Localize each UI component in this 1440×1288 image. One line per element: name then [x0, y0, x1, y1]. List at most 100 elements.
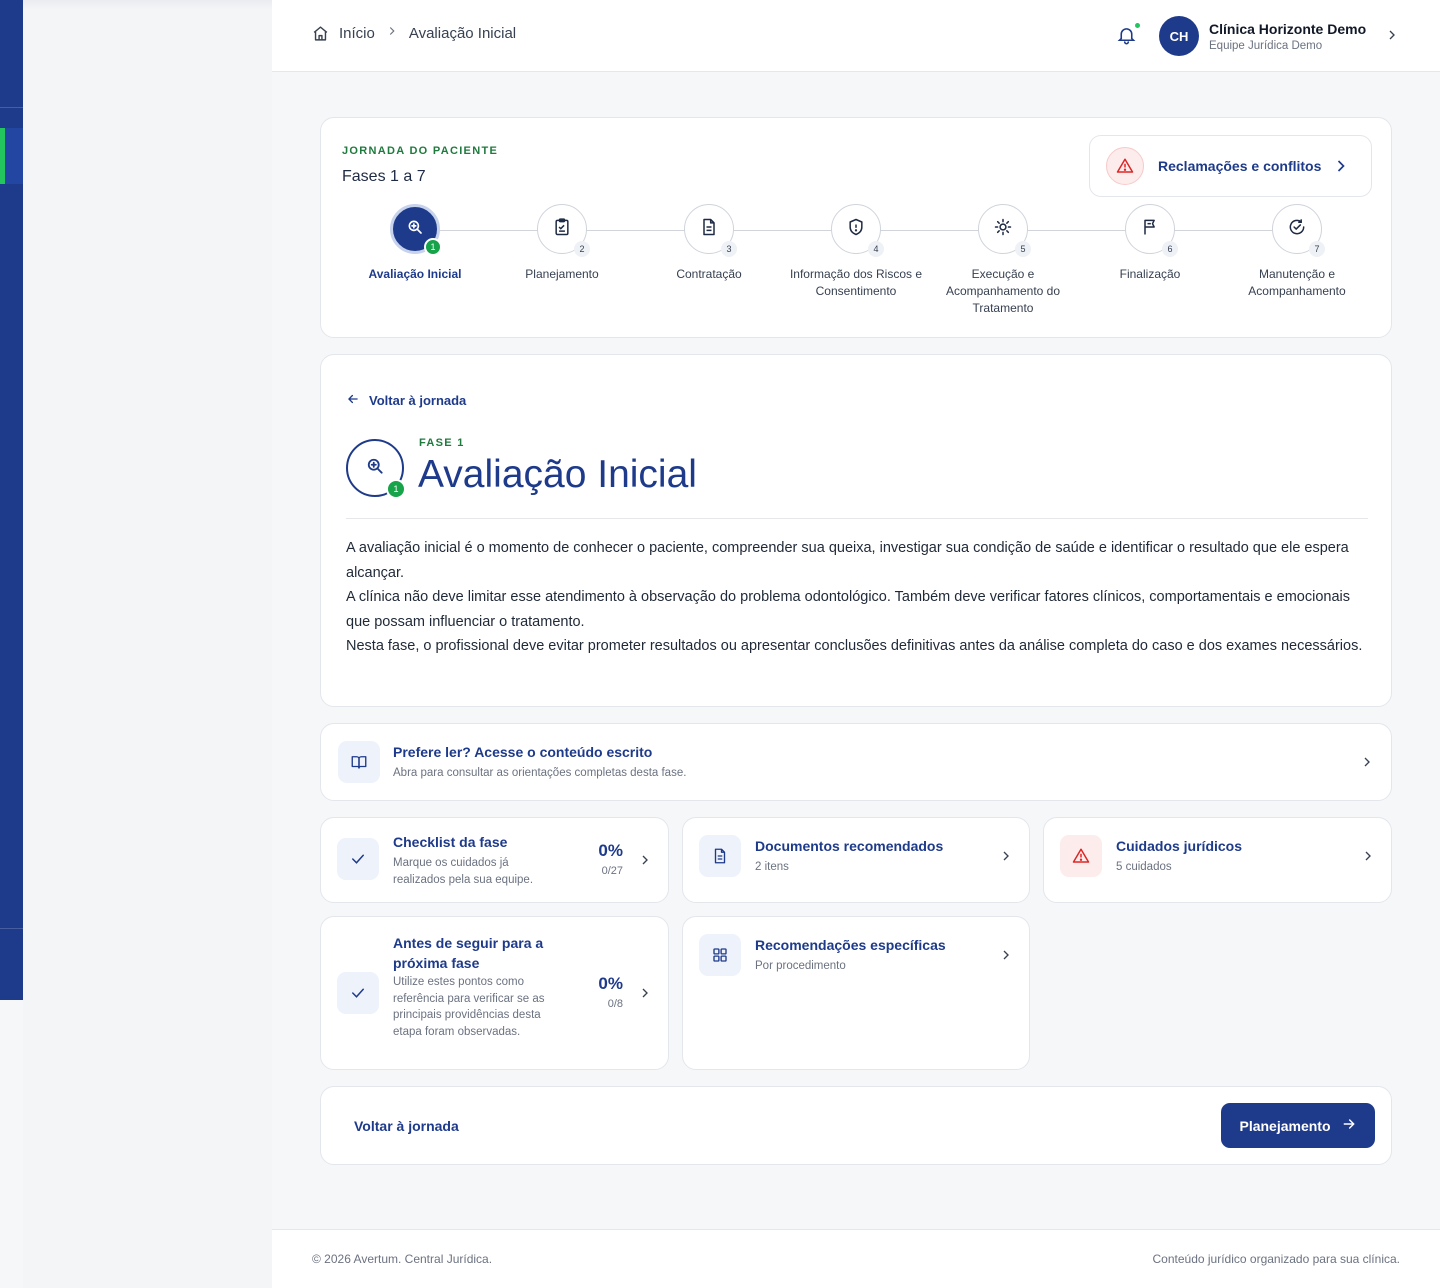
check-icon [337, 972, 379, 1014]
chevron-right-icon [1331, 156, 1351, 181]
top-header: Início Avaliação Inicial CH Clínica Hori… [272, 0, 1440, 72]
user-team: Equipe Jurídica Demo [1209, 39, 1323, 52]
footer-copyright: © 2026 Avertum. Central Jurídica. [312, 1252, 493, 1266]
written-content-card[interactable]: Prefere ler? Acesse o conteúdo escrito A… [320, 723, 1392, 801]
step-number-badge: 4 [868, 241, 884, 257]
journey-subtitle: Fases 1 a 7 [342, 168, 426, 185]
step-label: Planejamento [525, 267, 599, 281]
before-next-phase-progress: 0% 0/8 [598, 974, 623, 1010]
sidebar-divider [0, 928, 23, 929]
journey-step-7[interactable]: 7 Manutenção e Acompanhamento [1222, 204, 1372, 300]
step-label: Avaliação Inicial [368, 267, 462, 281]
before-next-phase-card[interactable]: Antes de seguir para a próxima fase Util… [320, 916, 669, 1070]
document-icon [699, 217, 719, 242]
shield-icon [846, 217, 866, 242]
back-to-journey-link[interactable]: Voltar à jornada [346, 392, 466, 409]
journey-step-5[interactable]: 5 Execução e Acompanhamento do Tratament… [928, 204, 1078, 317]
legal-care-card[interactable]: Cuidados jurídicos 5 cuidados [1043, 817, 1392, 903]
before-next-phase-percent: 0% [598, 974, 623, 993]
user-menu[interactable]: CH Clínica Horizonte Demo Equipe Jurídic… [1159, 16, 1366, 56]
patient-journey-card: JORNADA DO PACIENTE Fases 1 a 7 Reclamaç… [320, 117, 1392, 338]
documents-subtitle: 2 itens [755, 861, 789, 873]
documents-title: Documentos recomendados [755, 838, 944, 854]
step-number-badge: 2 [574, 241, 590, 257]
home-icon[interactable] [312, 25, 329, 42]
grid-icon [699, 934, 741, 976]
chevron-right-icon [1359, 754, 1375, 775]
arrow-right-icon [1341, 1116, 1357, 1135]
checklist-count: 0/27 [601, 865, 623, 877]
sidebar-panel [23, 0, 272, 1288]
before-next-phase-count: 0/8 [607, 998, 623, 1010]
footer-tagline: Conteúdo jurídico organizado para sua cl… [1152, 1252, 1401, 1266]
description-paragraph: Nesta fase, o profissional deve evitar p… [346, 638, 1363, 654]
chevron-right-icon [637, 985, 653, 1006]
before-next-phase-title: Antes de seguir para a próxima fase [393, 935, 544, 971]
step-label: Manutenção e Acompanhamento [1248, 267, 1346, 298]
chevron-right-icon [637, 852, 653, 873]
step-label: Contratação [676, 267, 742, 281]
breadcrumb-home-link[interactable]: Início [339, 25, 375, 42]
warning-icon [1060, 835, 1102, 877]
breadcrumb-current: Avaliação Inicial [408, 24, 517, 42]
check-circle-icon [1287, 217, 1307, 242]
divider [346, 518, 1368, 519]
arrow-left-icon [346, 392, 360, 409]
chevron-right-icon[interactable] [1384, 27, 1400, 48]
phase-detail-card: Voltar à jornada 1 FASE 1 Avaliação Inic… [320, 354, 1392, 707]
checklist-progress: 0% 0/27 [598, 841, 623, 877]
page-title: Avaliação Inicial [418, 453, 697, 496]
journey-step-2[interactable]: 2 Planejamento [487, 204, 637, 283]
notifications-button[interactable] [1116, 23, 1140, 51]
step-number-badge: 1 [424, 238, 442, 256]
phase-icon: 1 [346, 439, 406, 499]
step-number-badge: 5 [1015, 241, 1031, 257]
check-icon [337, 838, 379, 880]
back-link-label: Voltar à jornada [369, 393, 467, 408]
legal-care-title: Cuidados jurídicos [1116, 838, 1243, 854]
clipboard-check-icon [552, 217, 572, 242]
phase-description: A avaliação inicial é o momento de conhe… [346, 536, 1371, 659]
sidebar-divider [0, 107, 23, 108]
claims-conflicts-button[interactable]: Reclamações e conflitos [1089, 135, 1372, 197]
recommendations-title: Recomendações específicas [755, 937, 946, 953]
checklist-card[interactable]: Checklist da fase Marque os cuidados já … [320, 817, 669, 903]
recommendations-card[interactable]: Recomendações específicas Por procedimen… [682, 916, 1030, 1070]
search-plus-icon [365, 456, 385, 481]
sun-gear-icon [993, 217, 1013, 242]
back-to-journey-button[interactable]: Voltar à jornada [354, 1118, 459, 1134]
recommendations-subtitle: Por procedimento [755, 960, 846, 972]
phase-actions-bar: Voltar à jornada Planejamento [320, 1086, 1392, 1165]
chevron-right-icon [1360, 848, 1376, 869]
journey-eyebrow: JORNADA DO PACIENTE [342, 145, 499, 157]
flag-icon [1140, 217, 1160, 242]
chevron-right-icon [998, 947, 1014, 968]
documents-card[interactable]: Documentos recomendados 2 itens [682, 817, 1030, 903]
phase-eyebrow: FASE 1 [419, 437, 465, 449]
notification-dot [1135, 23, 1140, 28]
user-name: Clínica Horizonte Demo [1209, 20, 1367, 37]
warning-icon [1106, 147, 1144, 185]
legal-care-subtitle: 5 cuidados [1116, 861, 1172, 873]
next-phase-button[interactable]: Planejamento [1221, 1103, 1375, 1148]
journey-step-4[interactable]: 4 Informação dos Riscos e Consentimento [781, 204, 931, 300]
step-number-badge: 3 [721, 241, 737, 257]
sidebar-active-indicator [0, 128, 5, 184]
step-label: Execução e Acompanhamento do Tratamento [945, 267, 1061, 315]
search-plus-icon [406, 218, 424, 241]
step-label: Finalização [1119, 267, 1181, 281]
document-icon [699, 835, 741, 877]
before-next-phase-subtitle: Utilize estes pontos como referência par… [393, 976, 545, 1038]
journey-step-6[interactable]: 6 Finalização [1075, 204, 1225, 283]
step-number-badge: 7 [1309, 241, 1325, 257]
claims-label: Reclamações e conflitos [1158, 158, 1322, 174]
journey-step-1[interactable]: 1 Avaliação Inicial [340, 204, 490, 283]
phase-number-badge: 1 [386, 479, 406, 499]
breadcrumb: Início Avaliação Inicial [312, 24, 516, 42]
written-content-title: Prefere ler? Acesse o conteúdo escrito [393, 744, 653, 760]
sidebar-rail [0, 0, 23, 1000]
checklist-subtitle: Marque os cuidados já realizados pela su… [393, 857, 534, 886]
next-phase-label: Planejamento [1239, 1117, 1331, 1134]
chevron-right-icon [998, 848, 1014, 869]
journey-step-3[interactable]: 3 Contratação [634, 204, 784, 283]
